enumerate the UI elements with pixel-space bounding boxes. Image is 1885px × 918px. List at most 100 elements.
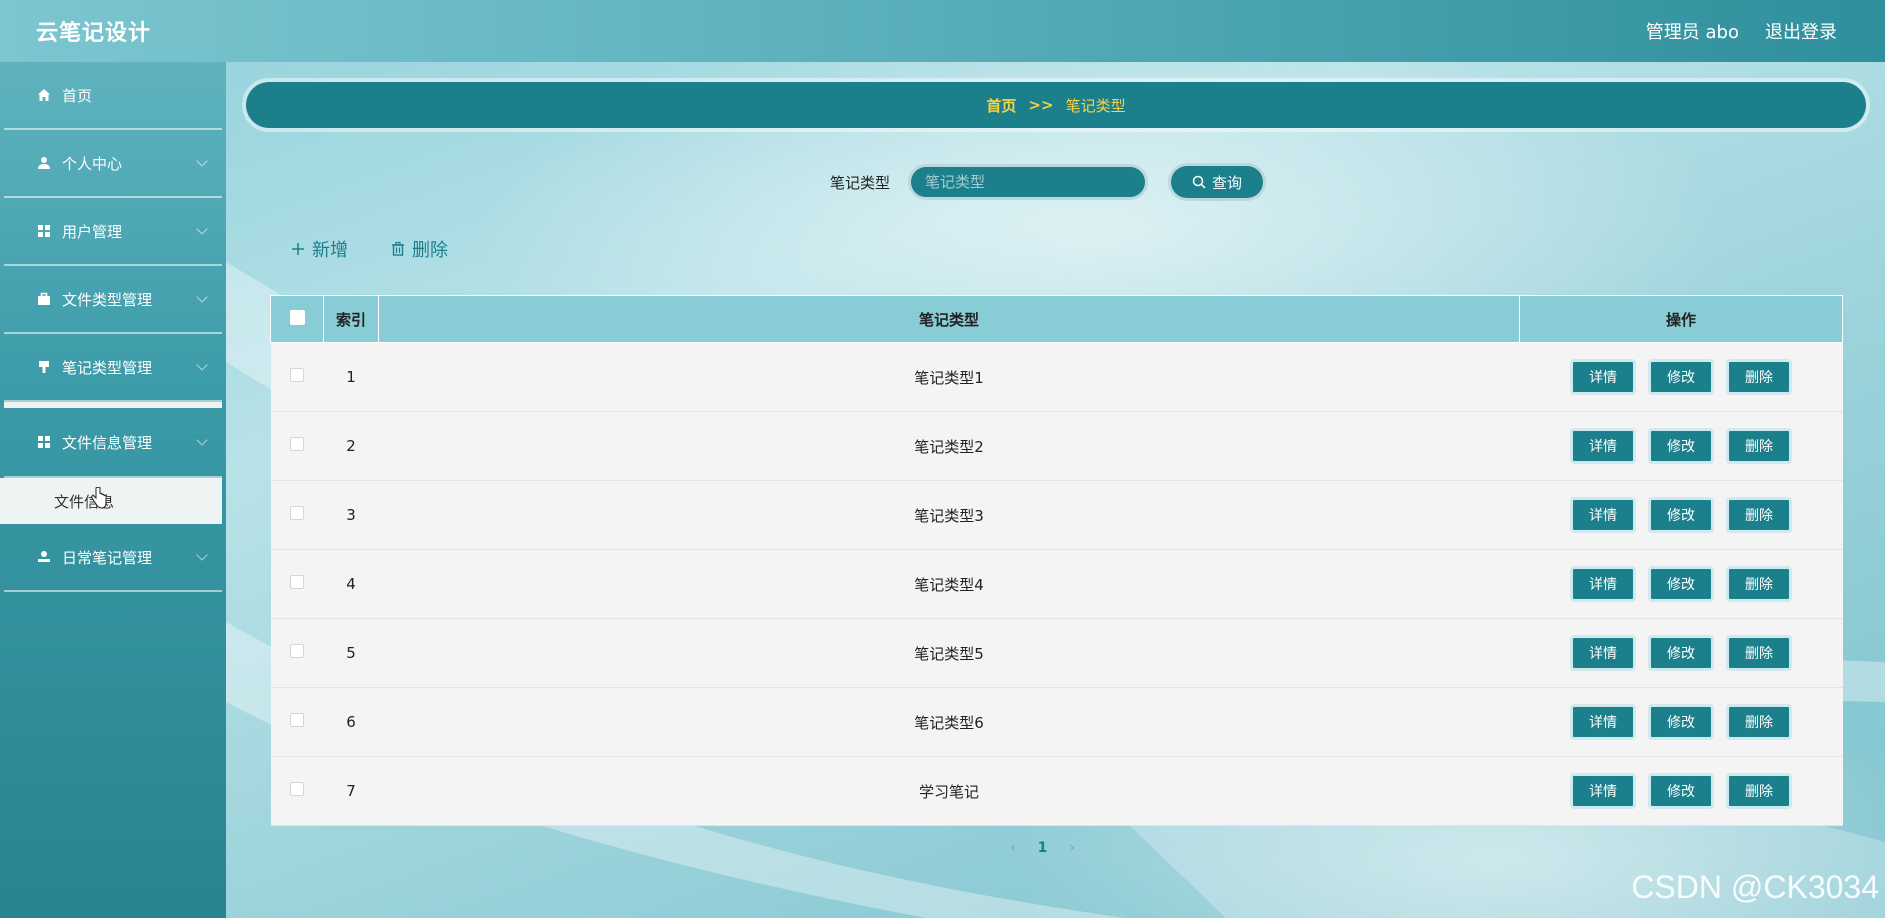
table-row: 6 笔记类型6 详情 修改 删除 bbox=[270, 687, 1843, 757]
chevron-down-icon bbox=[196, 155, 208, 167]
row-checkbox[interactable] bbox=[290, 782, 304, 796]
user-icon bbox=[36, 155, 52, 171]
trash-icon bbox=[392, 241, 404, 256]
row-index: 2 bbox=[346, 437, 356, 455]
search-icon bbox=[1192, 175, 1206, 189]
edit-button[interactable]: 修改 bbox=[1648, 566, 1714, 602]
row-note-type: 笔记类型1 bbox=[914, 368, 984, 387]
table-row: 4 笔记类型4 详情 修改 删除 bbox=[270, 549, 1843, 619]
app-title: 云笔记设计 bbox=[36, 21, 152, 46]
search-button[interactable]: 查询 bbox=[1168, 163, 1267, 201]
logout-link[interactable]: 退出登录 bbox=[1765, 18, 1837, 44]
edit-button[interactable]: 修改 bbox=[1648, 635, 1714, 671]
edit-button[interactable]: 修改 bbox=[1648, 428, 1714, 464]
row-note-type: 笔记类型3 bbox=[914, 506, 984, 525]
detail-button[interactable]: 详情 bbox=[1570, 566, 1636, 602]
detail-button[interactable]: 详情 bbox=[1570, 773, 1636, 809]
sidebar: 首页 个人中心 用户管理 文件类型管理 笔记类型管理 文件信息管理 文件信息 日… bbox=[0, 62, 226, 918]
sidebar-item-personal-center[interactable]: 个人中心 bbox=[4, 130, 222, 198]
row-select-cell bbox=[271, 688, 324, 757]
row-checkbox[interactable] bbox=[290, 713, 304, 727]
header-note-type: 笔记类型 bbox=[378, 295, 1520, 343]
detail-button[interactable]: 详情 bbox=[1570, 635, 1636, 671]
hand-cursor-icon bbox=[91, 487, 107, 509]
delete-button[interactable]: 删除 bbox=[1726, 704, 1792, 740]
breadcrumb-separator: >> bbox=[1028, 96, 1054, 114]
delete-button[interactable]: 删除 bbox=[1726, 428, 1792, 464]
detail-button[interactable]: 详情 bbox=[1570, 428, 1636, 464]
delete-button[interactable]: 删除 bbox=[1726, 635, 1792, 671]
row-operations: 详情 修改 删除 bbox=[1520, 688, 1843, 757]
prev-page-icon[interactable]: ‹ bbox=[1010, 840, 1016, 856]
row-operations: 详情 修改 删除 bbox=[1520, 343, 1843, 412]
edit-button[interactable]: 修改 bbox=[1648, 704, 1714, 740]
row-note-type: 笔记类型2 bbox=[914, 437, 984, 456]
delete-button[interactable]: 删除 bbox=[1726, 497, 1792, 533]
chevron-down-icon bbox=[196, 291, 208, 303]
row-note-type: 笔记类型6 bbox=[914, 713, 984, 732]
batch-delete-button[interactable]: 删除 bbox=[390, 236, 448, 262]
submenu-item-file-info[interactable]: 文件信息 bbox=[0, 478, 222, 524]
sidebar-item-user-management[interactable]: 用户管理 bbox=[4, 198, 222, 266]
sidebar-item-label: 笔记类型管理 bbox=[62, 358, 153, 377]
row-operations: 详情 修改 删除 bbox=[1520, 619, 1843, 688]
sidebar-item-label: 用户管理 bbox=[62, 222, 123, 241]
header-operations: 操作 bbox=[1519, 295, 1843, 343]
detail-button[interactable]: 详情 bbox=[1570, 497, 1636, 533]
search-input[interactable] bbox=[908, 164, 1149, 200]
table-row: 5 笔记类型5 详情 修改 删除 bbox=[270, 618, 1843, 688]
pagination: ‹ 1 › bbox=[1010, 840, 1075, 856]
delete-button[interactable]: 删除 bbox=[1726, 566, 1792, 602]
delete-button[interactable]: 删除 bbox=[1726, 773, 1792, 809]
row-checkbox[interactable] bbox=[290, 644, 304, 658]
row-operations: 详情 修改 删除 bbox=[1520, 550, 1843, 619]
table-row: 3 笔记类型3 详情 修改 删除 bbox=[270, 480, 1843, 550]
delete-button[interactable]: 删除 bbox=[1726, 359, 1792, 395]
next-page-icon[interactable]: › bbox=[1069, 840, 1075, 856]
row-index: 3 bbox=[346, 506, 356, 524]
row-note-type: 学习笔记 bbox=[918, 782, 979, 801]
grid-icon bbox=[36, 223, 52, 239]
edit-button[interactable]: 修改 bbox=[1648, 359, 1714, 395]
table-row: 7 学习笔记 详情 修改 删除 bbox=[270, 756, 1843, 826]
row-checkbox[interactable] bbox=[290, 368, 304, 382]
search-label: 笔记类型 bbox=[830, 173, 891, 192]
breadcrumb-home-link[interactable]: 首页 bbox=[986, 95, 1016, 116]
row-select-cell bbox=[271, 481, 324, 550]
header-index: 索引 bbox=[323, 295, 379, 343]
sidebar-item-home[interactable]: 首页 bbox=[4, 62, 222, 130]
sidebar-item-note-type-management[interactable]: 笔记类型管理 bbox=[4, 334, 222, 402]
chevron-down-icon bbox=[196, 359, 208, 371]
grid-icon bbox=[36, 434, 52, 450]
edit-button[interactable]: 修改 bbox=[1648, 497, 1714, 533]
detail-button[interactable]: 详情 bbox=[1570, 704, 1636, 740]
edit-button[interactable]: 修改 bbox=[1648, 773, 1714, 809]
sidebar-item-file-info-management[interactable]: 文件信息管理 bbox=[4, 402, 222, 478]
row-select-cell bbox=[271, 343, 324, 412]
select-all-cell bbox=[270, 295, 324, 343]
select-all-checkbox[interactable] bbox=[289, 309, 305, 325]
page-number[interactable]: 1 bbox=[1038, 840, 1048, 856]
add-button[interactable]: 新增 bbox=[290, 236, 348, 262]
row-operations: 详情 修改 删除 bbox=[1520, 481, 1843, 550]
action-bar: 新增 删除 bbox=[290, 236, 448, 262]
batch-delete-label: 删除 bbox=[412, 240, 448, 261]
data-table: 索引 笔记类型 操作 1 笔记类型1 详情 修改 删除 2 笔记类型2 详情 修… bbox=[270, 295, 1843, 826]
sidebar-item-file-type-management[interactable]: 文件类型管理 bbox=[4, 266, 222, 334]
table-row: 2 笔记类型2 详情 修改 删除 bbox=[270, 411, 1843, 481]
top-bar: 云笔记设计 管理员 abo 退出登录 bbox=[0, 0, 1885, 62]
top-right-area: 管理员 abo 退出登录 bbox=[1646, 18, 1837, 44]
row-checkbox[interactable] bbox=[290, 506, 304, 520]
row-checkbox[interactable] bbox=[290, 575, 304, 589]
chevron-down-icon bbox=[196, 549, 208, 561]
row-select-cell bbox=[271, 757, 324, 826]
row-checkbox[interactable] bbox=[290, 437, 304, 451]
breadcrumb-current: 笔记类型 bbox=[1065, 96, 1126, 115]
row-select-cell bbox=[271, 550, 324, 619]
row-index: 7 bbox=[346, 782, 356, 800]
home-icon bbox=[36, 87, 52, 103]
sidebar-item-daily-note-management[interactable]: 日常笔记管理 bbox=[4, 524, 222, 592]
detail-button[interactable]: 详情 bbox=[1570, 359, 1636, 395]
row-operations: 详情 修改 删除 bbox=[1520, 757, 1843, 826]
breadcrumb: 首页 >> 笔记类型 bbox=[246, 82, 1866, 128]
